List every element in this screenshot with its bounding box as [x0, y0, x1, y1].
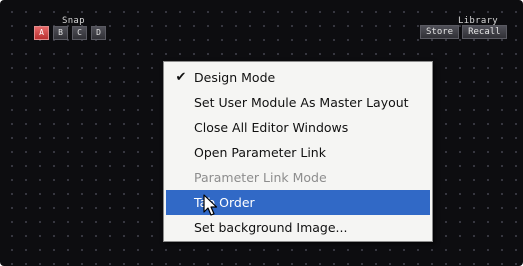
- library-recall-button[interactable]: Recall: [462, 25, 507, 39]
- menu-item-open-parameter-link[interactable]: Open Parameter Link: [166, 140, 430, 165]
- snap-button-b[interactable]: B: [53, 26, 68, 40]
- menu-item-label: Close All Editor Windows: [194, 120, 349, 135]
- snap-button-a[interactable]: A: [34, 26, 49, 40]
- library-button-group: Store Recall: [420, 25, 507, 39]
- menu-item-label: Design Mode: [194, 70, 276, 85]
- snap-button-group: A B C D: [34, 26, 106, 40]
- design-canvas[interactable]: Snap A B C D Library Store Recall ✔ Desi…: [0, 0, 523, 266]
- menu-item-label: Set User Module As Master Layout: [194, 95, 409, 110]
- menu-item-close-editor-windows[interactable]: Close All Editor Windows: [166, 115, 430, 140]
- menu-item-set-background-image[interactable]: Set background Image...: [166, 215, 430, 240]
- check-icon: ✔: [175, 70, 187, 85]
- menu-item-label: Open Parameter Link: [194, 145, 326, 160]
- menu-item-set-master-layout[interactable]: Set User Module As Master Layout: [166, 90, 430, 115]
- menu-item-label: Set background Image...: [194, 220, 348, 235]
- snap-button-c[interactable]: C: [72, 26, 87, 40]
- snap-label: Snap: [62, 16, 85, 26]
- library-store-button[interactable]: Store: [420, 25, 460, 39]
- menu-item-design-mode[interactable]: ✔ Design Mode: [166, 65, 430, 90]
- menu-item-parameter-link-mode: Parameter Link Mode: [166, 165, 430, 190]
- menu-item-label: Parameter Link Mode: [194, 170, 327, 185]
- mouse-cursor-icon: [203, 194, 218, 216]
- snap-button-d[interactable]: D: [91, 26, 106, 40]
